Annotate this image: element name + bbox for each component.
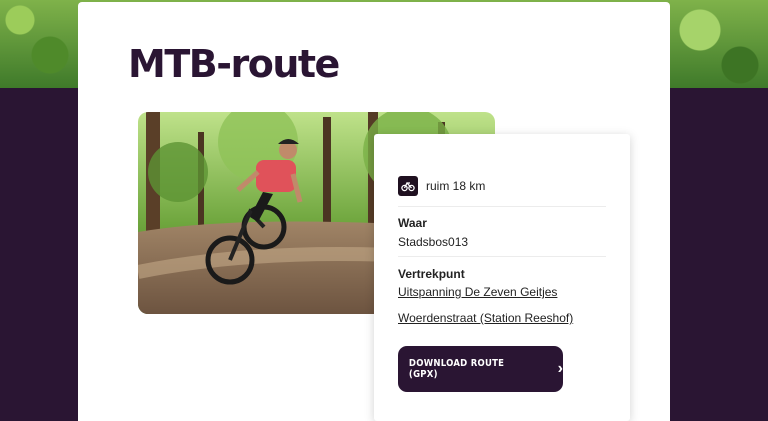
route-info-panel: ruim 18 km Waar Stadsbos013 Vertrekpunt …: [374, 134, 630, 421]
distance-value: ruim 18 km: [426, 179, 486, 193]
page-title: MTB-route: [128, 42, 340, 86]
divider: [398, 256, 606, 257]
chevron-right-icon: ›: [557, 360, 563, 377]
where-value: Stadsbos013: [398, 235, 469, 249]
download-route-label: DOWNLOAD ROUTE (GPX): [408, 358, 505, 380]
where-section: Waar Stadsbos013: [398, 216, 606, 249]
download-route-button[interactable]: DOWNLOAD ROUTE (GPX) ›: [398, 346, 563, 392]
bike-icon: [398, 176, 418, 196]
start-label: Vertrekpunt: [398, 267, 465, 281]
distance-row: ruim 18 km: [398, 176, 606, 207]
where-label: Waar: [398, 216, 427, 230]
start-link-woerdenstraat[interactable]: Woerdenstraat (Station Reeshof): [398, 311, 573, 325]
start-section: Vertrekpunt: [398, 267, 606, 281]
start-link-zeven-geitjes[interactable]: Uitspanning De Zeven Geitjes: [398, 285, 557, 299]
